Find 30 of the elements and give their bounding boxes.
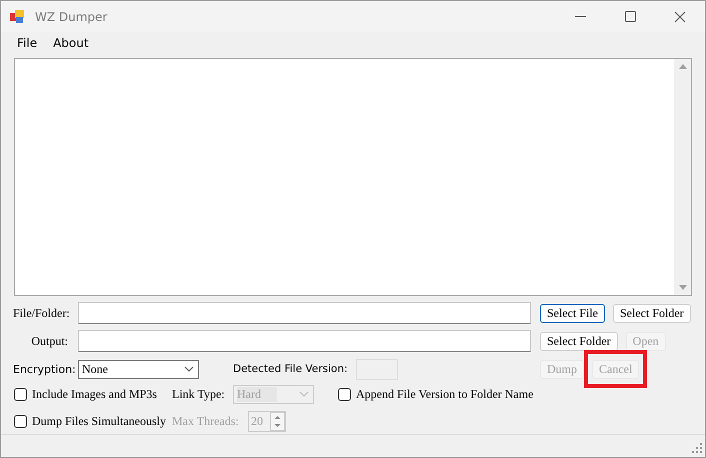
checkbox-label: Append File Version to Folder Name — [356, 386, 534, 402]
menu-item[interactable]: File — [9, 34, 46, 52]
button[interactable]: Select Folder — [613, 304, 691, 322]
field-label: Encryption: — [13, 362, 77, 376]
checkbox[interactable] — [14, 388, 27, 400]
maximize-icon[interactable] — [624, 11, 636, 22]
minimize-icon[interactable] — [574, 16, 586, 18]
window-title: WZ Dumper — [35, 10, 108, 24]
scroll-up-icon[interactable] — [678, 63, 686, 69]
button[interactable]: Select Folder — [540, 332, 618, 350]
field-label: Link Type: — [172, 386, 226, 402]
input-field[interactable] — [78, 302, 531, 324]
field-label: Max Threads: — [172, 414, 240, 428]
input-field[interactable] — [78, 330, 531, 352]
field-label: Detected File Version: — [233, 363, 348, 375]
app-icon — [10, 10, 24, 24]
resize-grip-icon[interactable] — [691, 442, 703, 454]
dropdown[interactable]: None — [78, 360, 199, 378]
checkbox-label: Include Images and MP3s — [32, 386, 157, 402]
checkbox[interactable] — [338, 388, 351, 400]
close-icon[interactable] — [674, 10, 686, 22]
field-label: Output: — [30, 334, 68, 348]
scrollbar[interactable] — [674, 59, 691, 295]
checkbox-label: Dump Files Simultaneously — [32, 414, 166, 428]
menu-item[interactable]: About — [45, 34, 97, 52]
field-label: File/Folder: — [13, 306, 71, 320]
spinner-arrows-icon[interactable] — [270, 412, 285, 430]
checkbox[interactable] — [14, 414, 27, 428]
scroll-down-icon[interactable] — [678, 285, 686, 291]
button[interactable]: Select File — [540, 304, 605, 322]
